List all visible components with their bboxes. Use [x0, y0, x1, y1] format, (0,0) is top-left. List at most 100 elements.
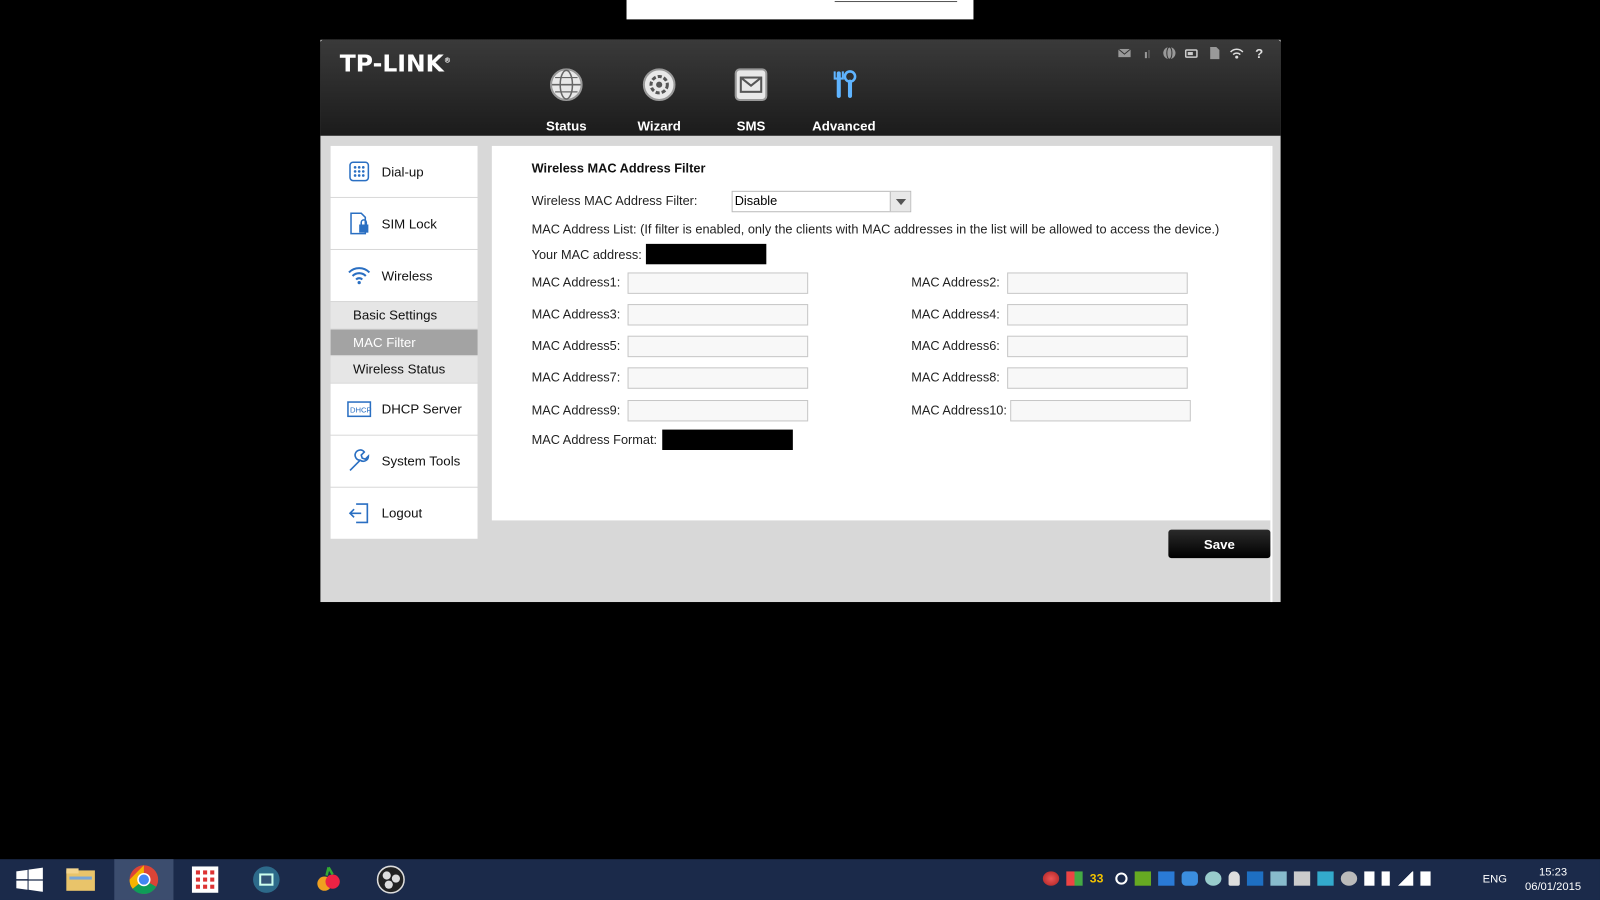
filter-select[interactable]: Disable: [731, 190, 912, 213]
page-title: Wireless MAC Address Filter: [531, 161, 706, 176]
sidebar-subitem-mac-filter[interactable]: MAC Filter: [330, 329, 478, 356]
nav-sms[interactable]: SMS: [710, 67, 792, 134]
sidebar-item-system-tools[interactable]: System Tools: [330, 435, 478, 487]
chrome-icon[interactable]: [114, 859, 174, 900]
monitor-icon[interactable]: [1293, 871, 1311, 886]
tp-link-logo: TP-LINK®: [339, 51, 452, 78]
chevron-down-icon[interactable]: [889, 191, 911, 212]
envelope-icon: [734, 68, 768, 102]
mac-address-5-input[interactable]: [627, 335, 809, 358]
battery-icon[interactable]: [1381, 871, 1390, 886]
sidebar-subitem-label: Wireless Status: [353, 361, 446, 377]
network-signal-icon[interactable]: [1396, 871, 1414, 886]
dhcp-icon: DHCP: [347, 400, 371, 417]
sidebar-item-label: DHCP Server: [381, 401, 462, 417]
sidebar-item-label: Wireless: [381, 267, 433, 284]
tray-app-icon[interactable]: [1158, 871, 1175, 886]
sidebar-item-sim-lock[interactable]: SIM Lock: [330, 197, 478, 249]
cloud-sync-icon[interactable]: [1205, 871, 1222, 886]
sidebar-item-label: SIM Lock: [381, 215, 437, 232]
wifi-icon: [1230, 48, 1244, 59]
sidebar-item-dhcp-server[interactable]: DHCP DHCP Server: [330, 383, 478, 435]
mail-icon: [1118, 48, 1131, 58]
battery-icon: [1184, 49, 1198, 58]
wizard-gear-icon: [642, 68, 676, 102]
steam-icon[interactable]: [1340, 871, 1358, 886]
your-mac-value-redacted: [645, 243, 767, 265]
sim-card-icon: [1210, 46, 1220, 60]
onedrive-icon[interactable]: [1181, 871, 1198, 886]
svg-text:DHCP: DHCP: [350, 405, 371, 414]
nav-status-label: Status: [546, 118, 587, 134]
tray-number[interactable]: 33: [1090, 871, 1108, 885]
mac-address-1-label: MAC Address1:: [531, 275, 621, 290]
language-indicator[interactable]: ENG: [1483, 873, 1507, 885]
signal-icon: [1144, 49, 1150, 59]
mac-address-10-input[interactable]: [1010, 399, 1191, 422]
tray-app-icon[interactable]: [1270, 871, 1287, 886]
power-icon[interactable]: [1115, 872, 1128, 885]
mac-address-4-input[interactable]: [1007, 304, 1188, 326]
mac-address-10-label: MAC Address10:: [911, 403, 1007, 418]
wrench-icon: [349, 448, 370, 471]
nav-sms-label: SMS: [736, 118, 766, 134]
your-mac-label: Your MAC address:: [531, 247, 642, 263]
mac-address-7-input[interactable]: [627, 367, 809, 389]
mac-address-4-label: MAC Address4:: [911, 307, 1000, 322]
mac-address-8-label: MAC Address8:: [911, 370, 1000, 385]
sim-lock-icon: [350, 212, 369, 235]
notification-bell-icon[interactable]: [1228, 871, 1240, 886]
save-button[interactable]: Save: [1168, 529, 1271, 559]
mac-address-9-input[interactable]: [627, 399, 809, 422]
apps-grid-icon[interactable]: [176, 859, 235, 900]
mac-address-6-label: MAC Address6:: [911, 338, 1000, 354]
obs-icon[interactable]: [361, 859, 420, 900]
skype-icon[interactable]: [1317, 871, 1334, 886]
volume-icon[interactable]: [1420, 871, 1431, 886]
box-icon[interactable]: [1246, 871, 1264, 886]
sidebar-item-logout[interactable]: Logout: [330, 487, 478, 539]
sidebar-subitem-wireless-status[interactable]: Wireless Status: [330, 356, 478, 383]
sidebar-item-label: Logout: [381, 505, 423, 521]
filter-select-value: Disable: [734, 193, 778, 209]
mac-address-5-label: MAC Address5:: [531, 338, 621, 354]
sidebar-item-label: System Tools: [381, 453, 461, 469]
file-explorer-icon[interactable]: [51, 859, 110, 900]
mac-address-6-input[interactable]: [1007, 335, 1188, 358]
mac-address-1-input[interactable]: [627, 272, 809, 294]
clock-time: 15:23: [1539, 866, 1568, 879]
flag-icon[interactable]: [1364, 871, 1375, 886]
tray-app-icon[interactable]: [1042, 871, 1060, 886]
scrollbar[interactable]: [1270, 145, 1273, 603]
system-tray: 33: [1042, 871, 1431, 886]
mac-address-7-label: MAC Address7:: [531, 370, 621, 385]
logout-icon: [348, 502, 369, 523]
svg-text:?: ?: [1255, 46, 1263, 60]
router-admin-frame: TP-LINK® Status Wizard SMS Advanced ? Di…: [320, 39, 1281, 603]
nvidia-icon[interactable]: [1134, 871, 1152, 886]
taskbar-clock[interactable]: 15:23 06/01/2015: [1520, 865, 1585, 894]
tray-app-icon[interactable]: [1066, 871, 1083, 886]
mac-address-3-label: MAC Address3:: [531, 307, 621, 322]
sidebar-subitem-basic-settings[interactable]: Basic Settings: [330, 302, 478, 329]
video-app-icon[interactable]: [237, 859, 296, 900]
help-icon[interactable]: ?: [1252, 46, 1266, 60]
nav-advanced[interactable]: Advanced: [803, 67, 885, 134]
mac-filter-panel: Wireless MAC Address Filter Wireless MAC…: [491, 145, 1271, 521]
fruit-app-icon[interactable]: [299, 859, 358, 900]
nav-wizard[interactable]: Wizard: [618, 67, 700, 134]
clock-date: 06/01/2015: [1524, 880, 1582, 893]
mac-address-2-label: MAC Address2:: [911, 275, 1000, 290]
floating-notification-bar: [626, 0, 974, 20]
globe-icon: [549, 68, 583, 102]
sidebar-item-wireless[interactable]: Wireless: [330, 249, 478, 302]
sidebar: Dial-up SIM Lock Wireless Basic Settings…: [330, 145, 478, 539]
mac-address-8-input[interactable]: [1007, 367, 1188, 389]
mac-address-3-input[interactable]: [627, 304, 809, 326]
sidebar-item-dial-up[interactable]: Dial-up: [330, 145, 478, 197]
sidebar-subitem-label: MAC Filter: [353, 334, 416, 350]
windows-taskbar: 33 ENG 15:23 06/01/2015: [0, 859, 1600, 900]
tools-icon: [833, 70, 857, 98]
mac-address-2-input[interactable]: [1007, 272, 1188, 294]
nav-status[interactable]: Status: [526, 67, 608, 134]
